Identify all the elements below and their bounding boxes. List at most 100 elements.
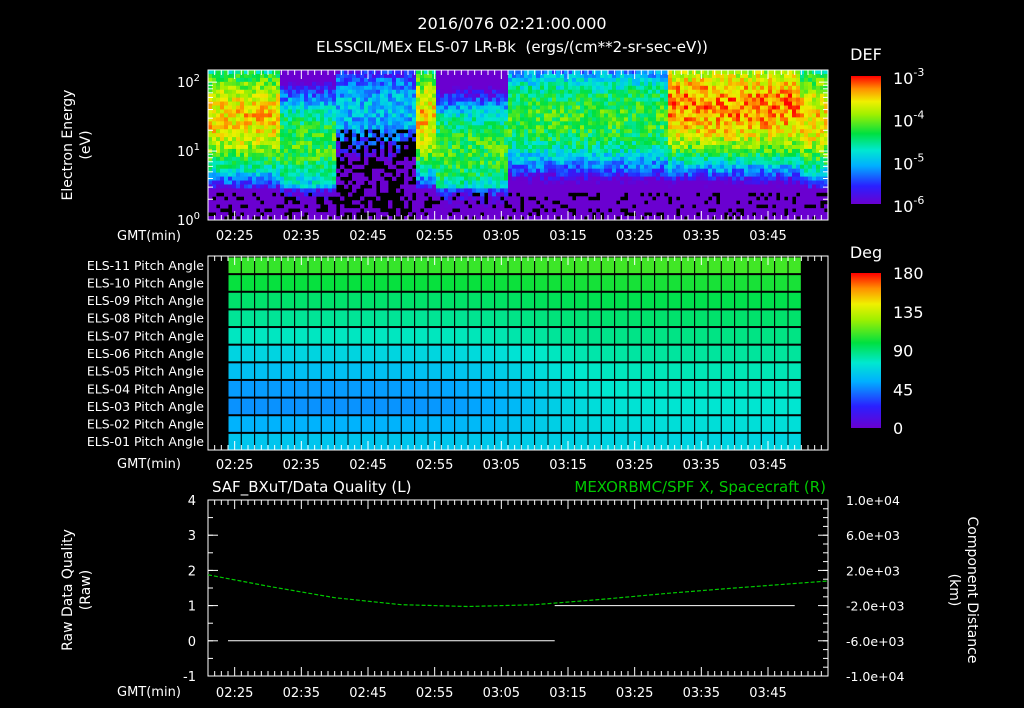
spectrogram-cell bbox=[472, 204, 477, 209]
spectrogram-cell bbox=[580, 172, 585, 177]
spectrogram-cell bbox=[556, 141, 561, 146]
spectrogram-cell bbox=[372, 172, 377, 177]
spectrogram-cell bbox=[676, 121, 681, 126]
spectrogram-cell bbox=[572, 145, 577, 150]
spectrogram-cell bbox=[652, 141, 657, 146]
spectrogram-cell bbox=[568, 176, 573, 181]
spectrogram-cell bbox=[608, 168, 613, 174]
spectrogram-cell bbox=[736, 101, 741, 106]
spectrogram-cell bbox=[620, 148, 625, 154]
spectrogram-cell bbox=[304, 152, 309, 158]
spectrogram-cell bbox=[728, 73, 733, 79]
spectrogram-cell bbox=[560, 141, 565, 146]
spectrogram-cell bbox=[264, 196, 269, 201]
spectrogram-cell bbox=[728, 164, 733, 170]
spectrogram-cell bbox=[636, 93, 641, 99]
spectrogram-cell bbox=[220, 156, 225, 162]
spectrogram-cell bbox=[596, 93, 601, 99]
spectrogram-cell bbox=[240, 160, 245, 166]
spectrogram-cell bbox=[228, 93, 233, 99]
spectrogram-cell bbox=[732, 85, 737, 91]
spectrogram-cell bbox=[696, 125, 701, 130]
spectrogram-cell bbox=[736, 109, 741, 114]
spectrogram-cell bbox=[728, 70, 733, 75]
spectrogram-cell bbox=[744, 81, 749, 87]
spectrogram-cell bbox=[580, 101, 585, 106]
spectrogram-cell bbox=[684, 89, 689, 95]
spectrogram-cell bbox=[624, 164, 629, 170]
spectrogram-cell bbox=[668, 164, 673, 170]
spectrogram-cell bbox=[692, 137, 697, 142]
spectrogram-cell bbox=[244, 85, 249, 91]
spectrogram-cell bbox=[284, 81, 289, 87]
spectrogram-cell bbox=[468, 121, 473, 126]
spectrogram-cell bbox=[252, 129, 257, 134]
spectrogram-cell bbox=[728, 156, 733, 162]
spectrogram-cell bbox=[688, 81, 693, 87]
spectrogram-cell bbox=[540, 212, 545, 217]
spectrogram-cell bbox=[444, 125, 449, 130]
spectrogram-cell bbox=[232, 113, 237, 118]
spectrogram-cell bbox=[588, 160, 593, 166]
spectrogram-cell bbox=[696, 85, 701, 91]
spectrogram-cell bbox=[440, 85, 445, 91]
spectrogram-cell bbox=[772, 141, 777, 146]
spectrogram-cell bbox=[296, 105, 301, 110]
spectrogram-cell bbox=[772, 125, 777, 130]
spectrogram-cell bbox=[328, 208, 333, 213]
spectrogram-cell bbox=[316, 204, 321, 209]
spectrogram-cell bbox=[652, 109, 657, 114]
spectrogram-cell bbox=[520, 125, 525, 130]
spectrogram-cell bbox=[584, 156, 589, 162]
spectrogram-cell bbox=[500, 113, 505, 118]
spectrogram-cell bbox=[324, 180, 329, 185]
spectrogram-cell bbox=[396, 101, 401, 106]
spectrogram-cell bbox=[364, 81, 369, 87]
spectrogram-cell bbox=[292, 81, 297, 87]
spectrogram-cell bbox=[584, 208, 589, 213]
spectrogram-cell bbox=[364, 176, 369, 181]
spectrogram-cell bbox=[476, 121, 481, 126]
spectrogram-cell bbox=[732, 152, 737, 158]
spectrogram-cell bbox=[340, 156, 345, 162]
spectrogram-cell bbox=[320, 77, 325, 83]
spectrogram-cell bbox=[468, 101, 473, 106]
spectrogram-cell bbox=[252, 184, 257, 189]
spectrogram-cell bbox=[604, 184, 609, 189]
spectrogram-cell bbox=[608, 89, 613, 95]
spectrogram-cell bbox=[456, 89, 461, 95]
spectrogram-cell bbox=[392, 117, 397, 122]
spectrogram-cell bbox=[624, 125, 629, 130]
spectrogram-cell bbox=[320, 176, 325, 181]
spectrogram-cell bbox=[548, 133, 553, 138]
spectrogram-cell bbox=[556, 160, 561, 166]
spectrogram-cell bbox=[724, 184, 729, 189]
spectrogram-cell bbox=[292, 164, 297, 170]
spectrogram-cell bbox=[212, 121, 217, 126]
spectrogram-cell bbox=[692, 184, 697, 189]
spectrogram-cell bbox=[276, 113, 281, 118]
spectrogram-cell bbox=[512, 133, 517, 138]
spectrogram-cell bbox=[316, 141, 321, 146]
spectrogram-cell bbox=[308, 121, 313, 126]
spectrogram-cell bbox=[476, 164, 481, 170]
spectrogram-cell bbox=[628, 97, 633, 102]
spectrogram-cell bbox=[284, 172, 289, 177]
spectrogram-cell bbox=[760, 85, 765, 91]
spectrogram-cell bbox=[360, 89, 365, 95]
spectrogram-cell bbox=[332, 113, 337, 118]
spectrogram-cell bbox=[708, 164, 713, 170]
spectrogram-cell bbox=[444, 152, 449, 158]
spectrogram-cell bbox=[332, 109, 337, 114]
spectrogram-cell bbox=[556, 105, 561, 110]
spectrogram-cell bbox=[440, 152, 445, 158]
spectrogram-cell bbox=[740, 192, 745, 197]
spectrogram-cell bbox=[464, 97, 469, 102]
spectrogram-cell bbox=[308, 113, 313, 118]
spectrogram-cell bbox=[756, 137, 761, 142]
spectrogram-cell bbox=[556, 145, 561, 150]
spectrogram-cell bbox=[748, 137, 753, 142]
spectrogram-cell bbox=[568, 196, 573, 201]
spectrogram-cell bbox=[512, 137, 517, 142]
spectrogram-cell bbox=[592, 156, 597, 162]
